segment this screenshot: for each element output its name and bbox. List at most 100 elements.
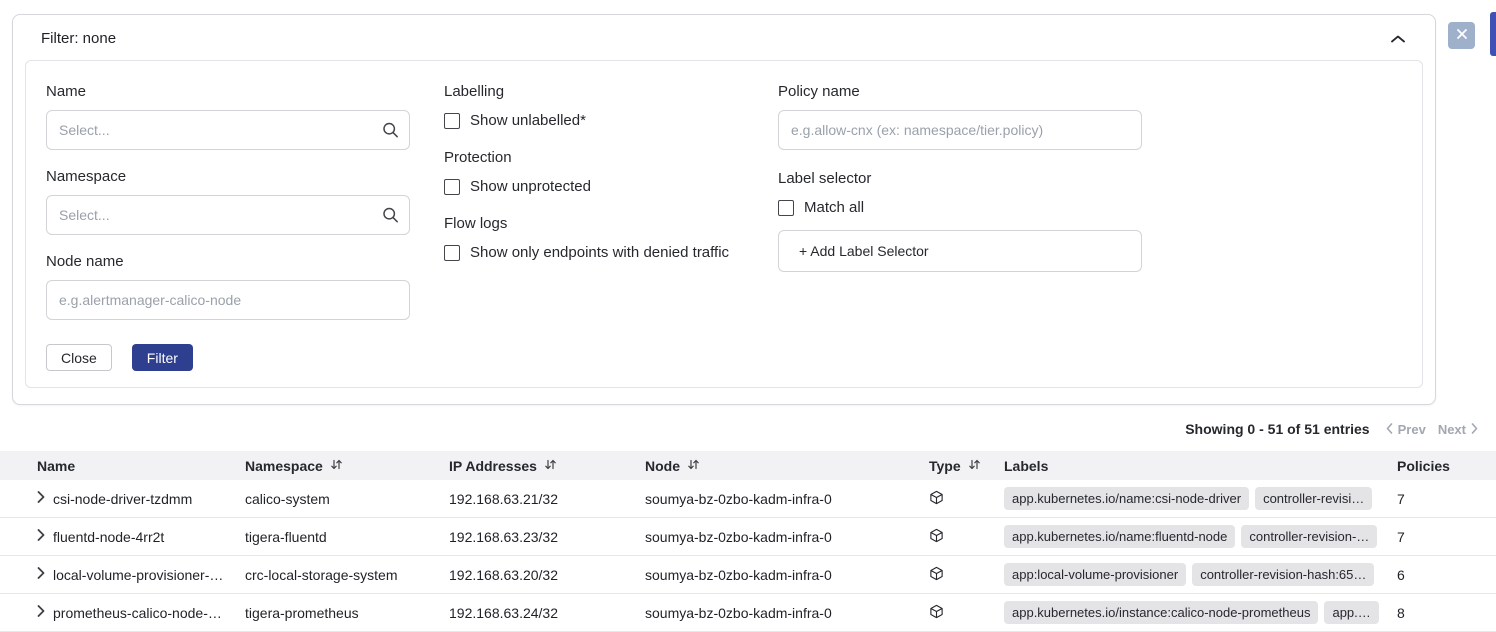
expand-row-button[interactable] (37, 491, 45, 506)
header-policies: Policies (1397, 458, 1496, 474)
entries-summary: Showing 0 - 51 of 51 entries (1185, 421, 1369, 437)
policies-count: 7 (1397, 529, 1496, 545)
header-type[interactable]: Type (929, 458, 1004, 474)
header-ip-addresses[interactable]: IP Addresses (449, 458, 645, 474)
chevron-up-icon (1391, 31, 1405, 46)
labelling-heading: Labelling (444, 83, 744, 100)
header-labels: Labels (1004, 458, 1397, 474)
protection-heading: Protection (444, 149, 744, 166)
show-unlabelled-checkbox[interactable] (444, 113, 460, 129)
chevron-right-icon (37, 529, 45, 544)
chevron-right-icon (37, 567, 45, 582)
filter-flyout: Filter: none Name (0, 0, 1496, 405)
pagination-bar: Showing 0 - 51 of 51 entries Prev Next (0, 405, 1496, 451)
prev-page-button[interactable]: Prev (1386, 422, 1426, 437)
workload-endpoint-icon (929, 490, 944, 508)
search-icon (382, 207, 399, 224)
prev-label: Prev (1398, 422, 1426, 437)
label-chip: app.kubernetes.io/instance:calico-node-p… (1004, 601, 1318, 624)
label-chip: app:local-volume-provisioner (1004, 563, 1186, 586)
endpoint-ip: 192.168.63.20/32 (449, 567, 645, 583)
endpoint-ip: 192.168.63.23/32 (449, 529, 645, 545)
endpoint-node: soumya-bz-0zbo-kadm-infra-0 (645, 605, 929, 621)
match-all-label: Match all (804, 199, 864, 216)
denied-traffic-checkbox[interactable] (444, 245, 460, 261)
policy-name-field-label: Policy name (778, 83, 1142, 100)
protection-group: Protection Show unprotected (444, 149, 744, 195)
show-unprotected-label: Show unprotected (470, 178, 591, 195)
header-node[interactable]: Node (645, 458, 929, 474)
sort-icon[interactable] (687, 458, 700, 474)
name-select-input[interactable] (46, 110, 410, 150)
collapse-filter-button[interactable] (1389, 29, 1407, 48)
node-name-field: Node name (46, 253, 410, 320)
node-name-input[interactable] (46, 280, 410, 320)
match-all-row[interactable]: Match all (778, 199, 1142, 216)
chevron-right-icon (37, 491, 45, 506)
flow-logs-group: Flow logs Show only endpoints with denie… (444, 215, 744, 261)
endpoint-name: csi-node-driver-tzdmm (53, 491, 192, 507)
namespace-select-input[interactable] (46, 195, 410, 235)
endpoint-node: soumya-bz-0zbo-kadm-infra-0 (645, 491, 929, 507)
expand-row-button[interactable] (37, 529, 45, 544)
name-field-label: Name (46, 83, 410, 100)
show-unprotected-checkbox[interactable] (444, 179, 460, 195)
filter-panel-header: Filter: none (25, 23, 1423, 60)
filter-title: Filter: none (41, 30, 116, 47)
endpoint-namespace: tigera-fluentd (245, 529, 449, 545)
policies-count: 8 (1397, 605, 1496, 621)
endpoint-namespace: calico-system (245, 491, 449, 507)
header-name: Name (37, 458, 245, 474)
endpoint-node: soumya-bz-0zbo-kadm-infra-0 (645, 529, 929, 545)
endpoints-table: Name Namespace IP Addresses Node Type La… (0, 451, 1496, 632)
policy-name-field: Policy name (778, 83, 1142, 150)
endpoint-ip: 192.168.63.24/32 (449, 605, 645, 621)
chevron-right-icon (1471, 422, 1478, 437)
table-header-row: Name Namespace IP Addresses Node Type La… (0, 451, 1496, 480)
chevron-left-icon (1386, 422, 1393, 437)
table-row[interactable]: csi-node-driver-tzdmm calico-system 192.… (0, 480, 1496, 518)
expand-row-button[interactable] (37, 567, 45, 582)
sort-icon[interactable] (330, 458, 343, 474)
workload-endpoint-icon (929, 528, 944, 546)
label-chip: app.kubernetes.io/name:csi-node-driver (1004, 487, 1249, 510)
show-unlabelled-row[interactable]: Show unlabelled* (444, 112, 744, 129)
header-namespace[interactable]: Namespace (245, 458, 449, 474)
label-chip: app.… (1324, 601, 1378, 624)
flow-logs-heading: Flow logs (444, 215, 744, 232)
sort-icon[interactable] (544, 458, 557, 474)
sort-icon[interactable] (968, 458, 981, 474)
endpoint-name: local-volume-provisioner-… (53, 567, 223, 583)
next-page-button[interactable]: Next (1438, 422, 1478, 437)
denied-traffic-row[interactable]: Show only endpoints with denied traffic (444, 244, 744, 261)
table-row[interactable]: fluentd-node-4rr2t tigera-fluentd 192.16… (0, 518, 1496, 556)
right-edge-accent (1490, 12, 1496, 56)
add-label-selector-button[interactable]: + Add Label Selector (778, 230, 1142, 272)
show-unlabelled-label: Show unlabelled* (470, 112, 586, 129)
filter-panel: Filter: none Name (12, 14, 1436, 405)
filter-column-left: Name Namespace (46, 83, 410, 371)
filter-button[interactable]: Filter (132, 344, 193, 371)
close-button[interactable]: Close (46, 344, 112, 371)
table-row[interactable]: local-volume-provisioner-… crc-local-sto… (0, 556, 1496, 594)
policy-name-input[interactable] (778, 110, 1142, 150)
namespace-field: Namespace (46, 168, 410, 235)
close-icon (1456, 28, 1468, 43)
name-field: Name (46, 83, 410, 150)
label-chip: app.kubernetes.io/name:fluentd-node (1004, 525, 1235, 548)
expand-row-button[interactable] (37, 605, 45, 620)
match-all-checkbox[interactable] (778, 200, 794, 216)
table-row[interactable]: prometheus-calico-node-… tigera-promethe… (0, 594, 1496, 632)
policies-count: 6 (1397, 567, 1496, 583)
workload-endpoint-icon (929, 604, 944, 622)
policies-count: 7 (1397, 491, 1496, 507)
endpoint-namespace: tigera-prometheus (245, 605, 449, 621)
next-label: Next (1438, 422, 1466, 437)
label-chip: controller-revision-hash:65… (1192, 563, 1374, 586)
close-flyout-button[interactable] (1448, 22, 1475, 49)
workload-endpoint-icon (929, 566, 944, 584)
node-name-field-label: Node name (46, 253, 410, 270)
label-selector-heading: Label selector (778, 170, 1142, 187)
labelling-group: Labelling Show unlabelled* (444, 83, 744, 129)
show-unprotected-row[interactable]: Show unprotected (444, 178, 744, 195)
